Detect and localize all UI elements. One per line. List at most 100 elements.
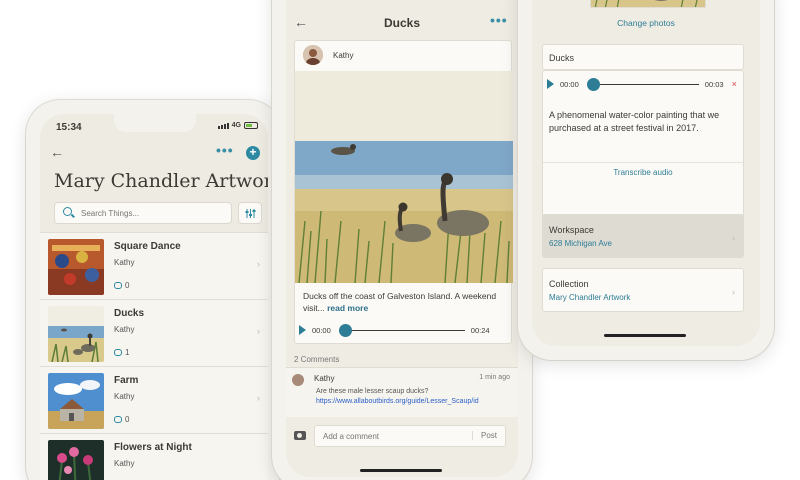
comment-bubble-icon [114, 416, 122, 423]
camera-icon[interactable] [294, 431, 306, 440]
avatar [303, 45, 323, 65]
collection-value: Mary Chandler Artwork [549, 293, 631, 302]
phone-artwork-detail: ← Ducks ••• Kathy Ducks off the coast of… [272, 0, 532, 480]
artwork-author: Kathy [114, 459, 135, 468]
network-label: 4G [231, 122, 241, 129]
audio-end-time: 00:24 [470, 325, 490, 335]
list-item[interactable]: Farm Kathy 0 › [40, 366, 268, 433]
avatar [292, 374, 304, 386]
artwork-detail-screen: ← Ducks ••• Kathy Ducks off the coast of… [286, 0, 518, 477]
workspace-value: 628 Michigan Ave [549, 239, 613, 248]
chevron-right-icon: › [732, 233, 735, 243]
comment-time: 1 min ago [479, 374, 510, 381]
audio-track[interactable] [586, 77, 699, 91]
artwork-title: Flowers at Night [114, 442, 192, 453]
comment-text: Are these male lesser scaup ducks? https… [316, 387, 512, 407]
status-time: 15:34 [56, 122, 82, 133]
artwork-thumbnail [48, 440, 104, 480]
comment-count-value: 1 [125, 348, 130, 357]
phone-collection-list: 15:34 4G ← ••• + Mary Chandler Artwork S… [26, 100, 282, 480]
comments-count: 2 Comments [294, 355, 340, 364]
comment-count-value: 0 [125, 415, 130, 424]
comment-body: Are these male lesser scaup ducks? [316, 388, 429, 395]
artwork-title: Farm [114, 375, 139, 386]
name-value: Ducks [549, 53, 575, 63]
list-item[interactable]: Square Dance Kathy 0 › [40, 232, 268, 299]
audio-player: 00:00 00:03 × [547, 77, 737, 91]
more-dots-icon[interactable]: ••• [216, 142, 234, 158]
status-indicators: 4G [217, 122, 258, 129]
play-icon[interactable] [547, 79, 554, 89]
name-field[interactable]: Ducks [542, 44, 744, 70]
comment-bubble-icon [114, 282, 122, 289]
audio-track[interactable] [338, 323, 465, 337]
post-card: Kathy Ducks off the coast of Galveston I… [294, 40, 513, 344]
read-more-link[interactable]: read more [327, 303, 368, 313]
poster-name: Kathy [333, 51, 354, 60]
signal-icon [217, 122, 229, 129]
comment-count: 0 [114, 281, 129, 290]
audio-player: 00:00 00:24 [299, 323, 490, 337]
comment-count: 1 [114, 348, 129, 357]
chevron-right-icon: › [257, 326, 260, 336]
chevron-right-icon: › [257, 259, 260, 269]
collection-label: Collection [549, 279, 589, 289]
commenter-name: Kathy [314, 374, 335, 383]
comment-item: Kathy 1 min ago Are these male lesser sc… [286, 367, 518, 417]
page-title: Mary Chandler Artwork [54, 170, 268, 192]
transcribe-audio-button[interactable]: Transcribe audio [543, 162, 743, 177]
comment-field[interactable]: Post [314, 425, 506, 447]
search-icon [63, 207, 72, 216]
artwork-title: Square Dance [114, 241, 181, 252]
search-input[interactable] [81, 206, 221, 221]
post-button[interactable]: Post [471, 431, 497, 440]
phone-edit-artwork: Change photos Ducks 00:00 00:03 × A phen… [518, 0, 774, 360]
collection-row[interactable]: Collection Mary Chandler Artwork › [542, 268, 744, 312]
comment-count: 0 [114, 415, 129, 424]
edit-artwork-screen: Change photos Ducks 00:00 00:03 × A phen… [532, 0, 760, 346]
comment-count-value: 0 [125, 281, 130, 290]
home-indicator [360, 469, 442, 472]
audio-scrubber[interactable] [586, 77, 600, 91]
list-item[interactable]: Ducks Kathy 1 › [40, 299, 268, 366]
chevron-right-icon: › [732, 287, 735, 297]
play-icon[interactable] [299, 325, 306, 335]
workspace-label: Workspace [549, 225, 594, 235]
artwork-image[interactable] [295, 71, 513, 283]
back-arrow-icon[interactable]: ← [50, 144, 64, 160]
list-item[interactable]: Flowers at Night Kathy [40, 433, 268, 480]
comment-bubble-icon [114, 349, 122, 356]
filter-sliders-icon [245, 209, 255, 218]
audio-start-time: 00:00 [312, 325, 331, 335]
artwork-thumbnail [48, 239, 104, 295]
artwork-author: Kathy [114, 325, 135, 334]
stage: 15:34 4G ← ••• + Mary Chandler Artwork S… [0, 0, 800, 480]
search-bar[interactable] [54, 202, 232, 224]
comment-composer: Post [286, 422, 518, 452]
delete-audio-icon[interactable]: × [732, 79, 737, 89]
change-photos-link[interactable]: Change photos [532, 18, 760, 28]
artwork-author: Kathy [114, 392, 135, 401]
audio-scrubber[interactable] [338, 323, 352, 337]
description-text: A phenomenal water-color painting that w… [549, 110, 720, 133]
artwork-thumbnail [48, 306, 104, 362]
comment-link[interactable]: https://www.allaboutbirds.org/guide/Less… [316, 398, 479, 405]
page-title: Ducks [383, 16, 421, 30]
audio-end-time: 00:03 [704, 79, 724, 89]
workspace-row[interactable]: Workspace 628 Michigan Ave › [542, 214, 744, 258]
artwork-photo[interactable] [590, 0, 706, 8]
artwork-author: Kathy [114, 258, 135, 267]
artwork-list: Square Dance Kathy 0 › Ducks Kathy 1 › F… [40, 232, 268, 480]
notch [114, 114, 196, 132]
post-caption: Ducks off the coast of Galveston Island.… [303, 290, 503, 314]
more-dots-icon[interactable]: ••• [490, 12, 508, 28]
artwork-title: Ducks [114, 308, 145, 319]
battery-icon [244, 122, 258, 129]
collection-list-screen: 15:34 4G ← ••• + Mary Chandler Artwork S… [40, 114, 268, 480]
filter-button[interactable] [238, 202, 262, 224]
add-button[interactable]: + [246, 146, 260, 160]
home-indicator [604, 334, 686, 337]
audio-start-time: 00:00 [560, 79, 579, 89]
chevron-right-icon: › [257, 393, 260, 403]
comment-input[interactable] [323, 430, 453, 443]
